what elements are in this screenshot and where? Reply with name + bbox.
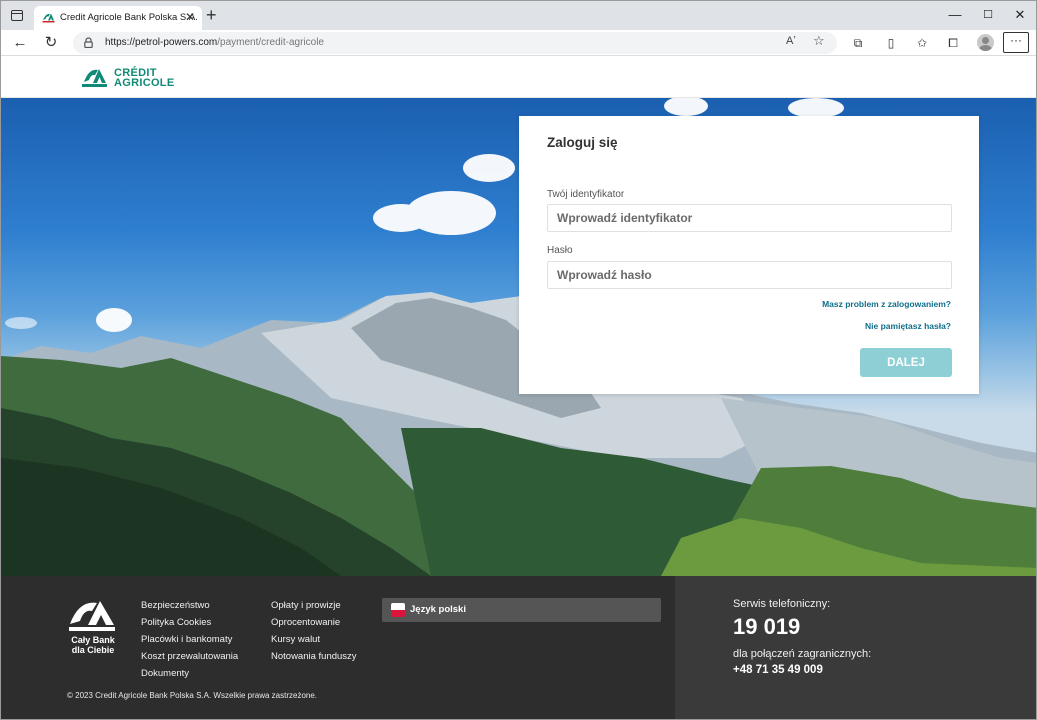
tab-bar: Credit Agricole Bank Polska S.A. ✕ + — ☐… [1,1,1036,30]
footer-link-security[interactable]: Bezpieczeństwo [141,600,210,611]
new-tab-icon[interactable]: + [206,6,217,24]
footer-link-branches[interactable]: Placówki i bankomaty [141,634,232,645]
footer-link-interest[interactable]: Oprocentowanie [271,617,340,628]
url-text: https://petrol-powers.com/payment/credit… [105,37,324,48]
ca-logo-icon [82,69,107,87]
tab-actions-icon[interactable] [11,10,23,21]
lock-icon [84,37,93,48]
close-window-icon[interactable]: ✕ [1010,6,1030,24]
credit-agricole-favicon-icon [42,13,55,23]
favorites-icon[interactable]: ✩ [914,35,930,51]
international-phone-number[interactable]: +48 71 35 49 009 [733,664,823,676]
browser-tab[interactable]: Credit Agricole Bank Polska S.A. ✕ [34,6,202,30]
profile-avatar-icon[interactable] [977,34,994,51]
identifier-label: Twój identyfikator [547,189,625,200]
read-aloud-icon[interactable]: Aʼ [786,35,796,47]
url-field[interactable]: https://petrol-powers.com/payment/credit… [73,32,837,54]
split-screen-icon[interactable]: ▯ [883,35,899,51]
favorite-star-icon[interactable]: ☆ [813,33,825,49]
language-label: Język polski [410,604,466,615]
footer-slogan: Cały Bank dla Ciebie [71,635,115,655]
submit-button[interactable]: DALEJ [860,348,952,377]
forgot-password-link[interactable]: Nie pamiętasz hasła? [865,321,951,331]
maximize-icon[interactable]: ☐ [978,6,998,24]
extensions-icon[interactable]: ⧉ [850,35,866,51]
phone-service-label: Serwis telefoniczny: [733,598,831,610]
footer-link-documents[interactable]: Dokumenty [141,668,189,679]
logo-text: CRÉDIT AGRICOLE [114,67,175,89]
poland-flag-icon [391,603,405,617]
address-bar: ← ↻ https://petrol-powers.com/payment/cr… [1,30,1036,56]
browser-window: Credit Agricole Bank Polska S.A. ✕ + — ☐… [0,0,1037,720]
credit-agricole-logo[interactable]: CRÉDIT AGRICOLE [80,67,174,89]
footer: Cały Bank dla Ciebie Bezpieczeństwo Poli… [1,576,675,719]
phone-number[interactable]: 19 019 [733,614,800,640]
identifier-input[interactable] [547,204,952,232]
refresh-icon[interactable]: ↻ [41,33,61,53]
footer-link-cookies[interactable]: Polityka Cookies [141,617,211,628]
footer-link-fees[interactable]: Opłaty i prowizje [271,600,341,611]
close-tab-icon[interactable]: ✕ [185,10,195,24]
copyright-text: © 2023 Credit Agricole Bank Polska S.A. … [67,691,318,700]
login-form: Zaloguj się Twój identyfikator Hasło Mas… [519,116,979,394]
international-label: dla połączeń zagranicznych: [733,648,872,660]
minimize-icon[interactable]: — [945,6,965,24]
site-header: CRÉDIT AGRICOLE [1,56,1036,98]
password-input[interactable] [547,261,952,289]
collections-icon[interactable]: ⧠ [945,35,961,51]
footer-contact: Serwis telefoniczny: 19 019 dla połączeń… [675,576,1036,719]
footer-link-exchange-rates[interactable]: Kursy walut [271,634,320,645]
language-selector[interactable]: Język polski [382,598,661,622]
back-icon[interactable]: ← [10,33,30,53]
login-title: Zaloguj się [547,135,618,150]
tab-title: Credit Agricole Bank Polska S.A. [60,12,198,23]
footer-link-conversion-cost[interactable]: Koszt przewalutowania [141,651,238,662]
more-options-icon[interactable]: ··· [1003,32,1029,53]
footer-link-funds[interactable]: Notowania funduszy [271,651,357,662]
password-label: Hasło [547,245,573,256]
footer-ca-logo-icon [69,601,115,631]
login-problem-link[interactable]: Masz problem z zalogowaniem? [822,299,951,309]
